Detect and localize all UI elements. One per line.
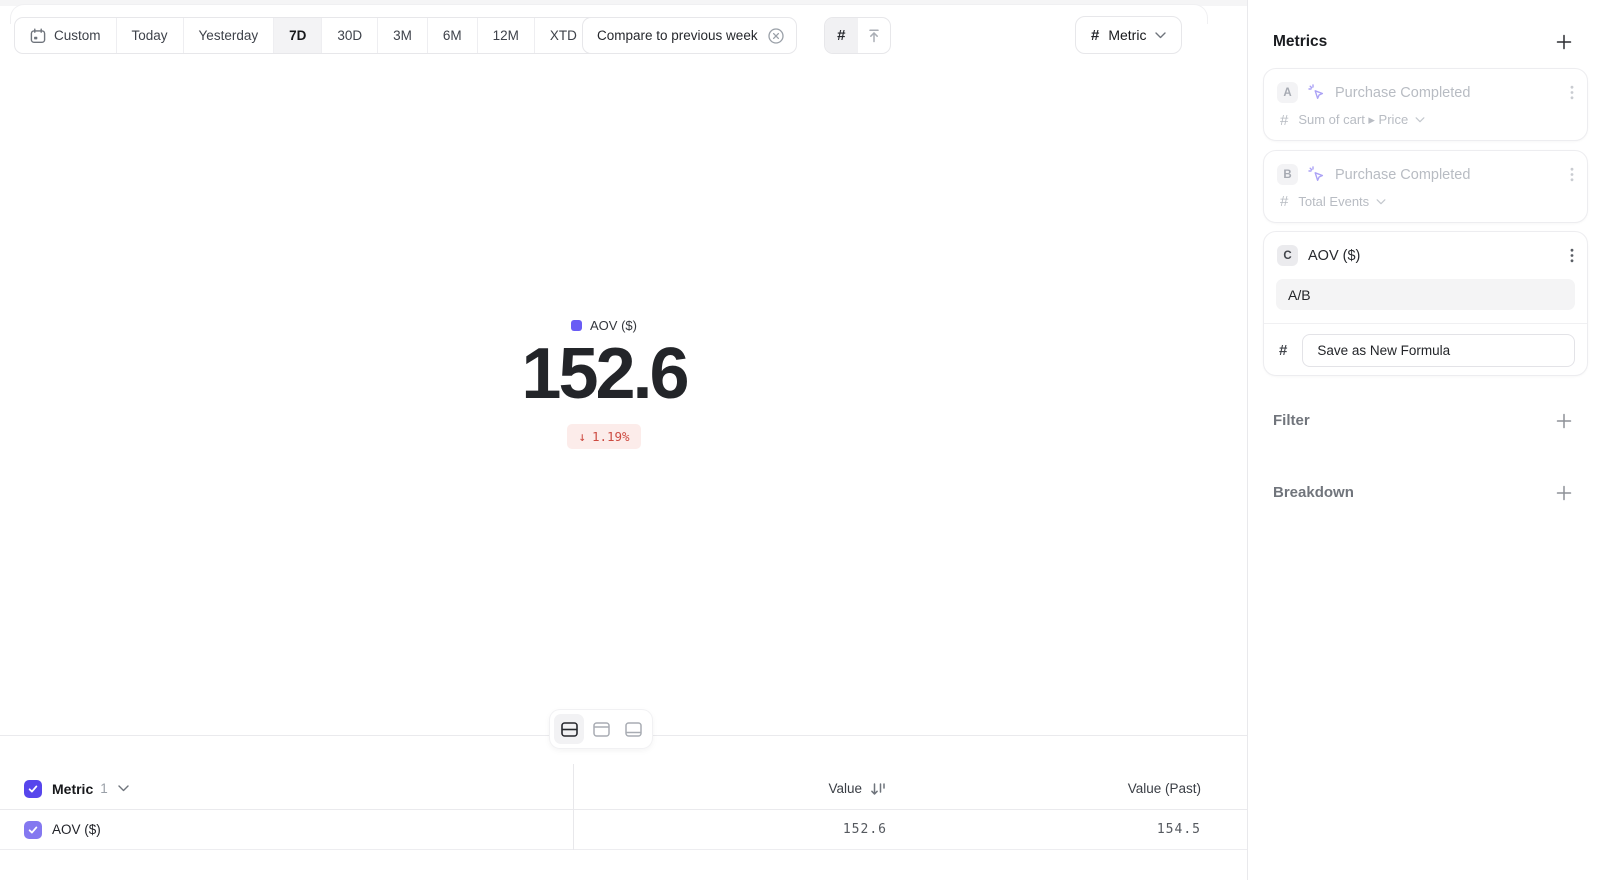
breakdown-section-header: Breakdown <box>1273 484 1572 501</box>
metric-button-label: Metric <box>1108 27 1146 43</box>
view-toggle: # <box>824 17 891 54</box>
formula-card-c[interactable]: C AOV ($) A/B # Save as New Formula <box>1263 231 1588 376</box>
sort-descending-icon <box>870 781 887 797</box>
filter-title: Filter <box>1273 412 1310 429</box>
chevron-down-icon <box>1415 117 1425 123</box>
query-builder-sidebar: Metrics A Purchase Completed # Sum of ca… <box>1247 0 1600 880</box>
hash-icon: # <box>1280 113 1288 128</box>
metrics-title: Metrics <box>1273 33 1327 51</box>
row-checkbox[interactable] <box>24 821 42 839</box>
results-table: Metric 1 Value Value (Past) <box>0 768 1247 850</box>
date-range-yesterday[interactable]: Yesterday <box>184 18 275 53</box>
remove-compare-icon[interactable] <box>767 27 785 45</box>
event-click-icon <box>1308 166 1325 183</box>
compare-chip[interactable]: Compare to previous week <box>582 17 797 54</box>
compare-chip-label: Compare to previous week <box>597 28 758 43</box>
more-options-icon[interactable] <box>1570 248 1574 263</box>
event-click-icon <box>1308 84 1325 101</box>
aggregation-dropdown[interactable]: Total Events <box>1298 194 1386 209</box>
add-breakdown-button[interactable] <box>1556 485 1572 501</box>
chevron-down-icon <box>1155 32 1166 39</box>
table-row: AOV ($) 152.6 154.5 <box>0 810 1247 850</box>
arrow-down-icon: ↓ <box>578 429 586 444</box>
date-range-3m[interactable]: 3M <box>378 18 428 53</box>
arrow-to-top-icon <box>866 28 882 44</box>
calendar-icon <box>30 28 46 44</box>
metric-badge-c: C <box>1277 245 1298 266</box>
more-options-icon[interactable] <box>1570 85 1574 100</box>
metric-badge-a: A <box>1277 82 1298 103</box>
formula-metric-name: AOV ($) <box>1308 248 1560 264</box>
metric-event-name: Purchase Completed <box>1335 85 1560 101</box>
date-range-30d[interactable]: 30D <box>322 18 378 53</box>
more-options-icon[interactable] <box>1570 167 1574 182</box>
select-all-checkbox[interactable] <box>24 780 42 798</box>
metric-column-header: Metric <box>52 781 93 797</box>
layout-split-button[interactable] <box>554 714 584 744</box>
formula-value: A/B <box>1288 287 1311 303</box>
kpi-legend: AOV ($) <box>571 318 637 333</box>
formula-input[interactable]: A/B <box>1276 279 1575 310</box>
metric-card-a[interactable]: A Purchase Completed # Sum of cart ▸ Pri… <box>1263 68 1588 141</box>
kpi-delta-badge: ↓ 1.19% <box>567 424 640 449</box>
number-view-toggle[interactable]: # <box>825 18 858 53</box>
metric-dropdown-button[interactable]: # Metric <box>1075 16 1182 54</box>
row-value-past: 154.5 <box>1157 822 1201 837</box>
chevron-down-icon[interactable] <box>118 785 129 792</box>
filter-section-header: Filter <box>1273 412 1572 429</box>
metric-event-name: Purchase Completed <box>1335 167 1560 183</box>
main-panel: Custom Today Yesterday 7D 30D 3M 6M 12M … <box>0 0 1247 880</box>
legend-swatch <box>571 320 582 331</box>
date-range-7d[interactable]: 7D <box>274 18 322 53</box>
date-range-today[interactable]: Today <box>117 18 184 53</box>
save-as-new-formula-button[interactable]: Save as New Formula <box>1302 334 1575 367</box>
chevron-down-icon <box>1376 199 1386 205</box>
legend-label: AOV ($) <box>590 318 637 333</box>
goal-view-toggle[interactable] <box>858 18 891 53</box>
add-metric-button[interactable] <box>1556 34 1572 50</box>
kpi-delta-value: 1.19% <box>592 429 630 444</box>
value-column-header[interactable]: Value <box>573 781 887 797</box>
hash-icon: # <box>1280 194 1288 209</box>
hash-icon: # <box>1091 28 1099 43</box>
table-header-row: Metric 1 Value Value (Past) <box>0 768 1247 810</box>
date-range-custom[interactable]: Custom <box>15 18 117 53</box>
date-range-label: Custom <box>54 28 101 43</box>
metric-index: 1 <box>100 781 108 796</box>
layout-chart-button[interactable] <box>586 714 616 744</box>
kpi-block: AOV ($) 152.6 ↓ 1.19% <box>0 318 1208 449</box>
layout-table-button[interactable] <box>618 714 648 744</box>
date-range-12m[interactable]: 12M <box>478 18 535 53</box>
value-past-column-header: Value (Past) <box>1128 781 1201 796</box>
hash-icon: # <box>837 28 845 43</box>
hash-icon: # <box>1279 343 1287 358</box>
date-range-control: Custom Today Yesterday 7D 30D 3M 6M 12M … <box>14 17 612 54</box>
date-range-6m[interactable]: 6M <box>428 18 478 53</box>
metric-badge-b: B <box>1277 164 1298 185</box>
aggregation-dropdown[interactable]: Sum of cart ▸ Price <box>1298 112 1425 128</box>
layout-switcher <box>550 710 652 748</box>
table-column-divider <box>573 764 574 850</box>
row-value: 152.6 <box>843 822 887 837</box>
row-metric-name: AOV ($) <box>52 822 101 837</box>
metrics-section-header: Metrics <box>1273 33 1572 51</box>
add-filter-button[interactable] <box>1556 413 1572 429</box>
kpi-value: 152.6 <box>0 338 1208 410</box>
breakdown-title: Breakdown <box>1273 484 1354 501</box>
metric-card-b[interactable]: B Purchase Completed # Total Events <box>1263 150 1588 223</box>
